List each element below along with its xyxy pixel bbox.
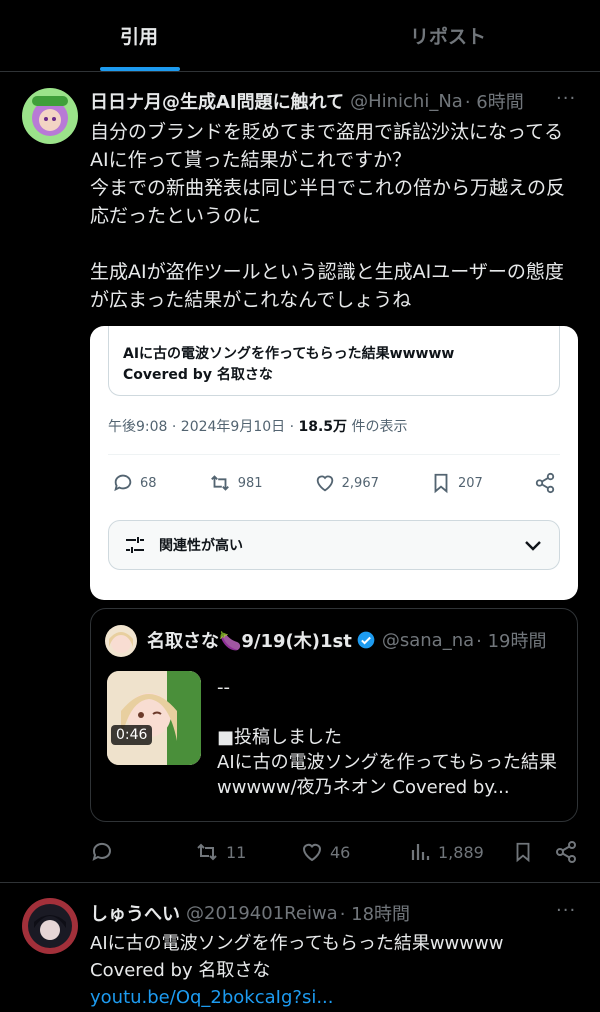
tab-reposts-label: リポスト bbox=[410, 26, 487, 48]
heart-icon bbox=[316, 475, 333, 492]
share-icon[interactable] bbox=[554, 840, 578, 864]
avatar[interactable] bbox=[22, 88, 78, 144]
views-chart-icon bbox=[411, 844, 430, 860]
screenshot-views: 18.5万 bbox=[298, 419, 348, 435]
avatar-2[interactable] bbox=[22, 898, 78, 954]
screenshot-meta: 午後9:08 · 2024年9月10日 · 18.5万 件の表示 bbox=[108, 416, 408, 436]
repost-count: 11 bbox=[226, 842, 247, 862]
views-button[interactable]: 1,889 bbox=[408, 840, 484, 864]
reply-icon bbox=[114, 474, 132, 492]
bookmark-count: 207 bbox=[458, 475, 483, 491]
quoted-text: -- ■投稿しました AIに古の電波ソングを作ってもらった結果wwwww/夜乃ネ… bbox=[217, 677, 557, 798]
more-options-icon[interactable]: ··· bbox=[556, 900, 576, 921]
post-2-text: AIに古の電波ソングを作ってもらった結果wwwww Covered by 名取さ… bbox=[90, 933, 504, 981]
heart-icon bbox=[302, 843, 322, 862]
tab-bar: 引用 リポスト bbox=[0, 0, 600, 72]
sliders-icon bbox=[126, 537, 144, 553]
screenshot-views-label: 件の表示 bbox=[347, 419, 408, 435]
screenshot-date: 午後9:08 · 2024年9月10日 · bbox=[108, 419, 299, 435]
more-options-icon[interactable]: ··· bbox=[556, 88, 576, 109]
embedded-card-title: AIに古の電波ソングを作ってもらった結果wwwww Covered by 名取さ… bbox=[123, 346, 455, 383]
tab-quotes[interactable]: 引用 bbox=[0, 0, 310, 71]
filter-selector: 関連性が高い bbox=[108, 520, 560, 570]
bookmark-icon[interactable] bbox=[512, 840, 534, 864]
share-icon bbox=[535, 472, 555, 494]
post-actions: 11 46 1,889 bbox=[90, 840, 580, 866]
quoted-avatar bbox=[105, 625, 137, 657]
post-2-link[interactable]: youtu.be/Oq_2bokcaIg?si... bbox=[90, 984, 580, 1012]
reply-stat: 68 bbox=[112, 472, 157, 494]
repost-count: 981 bbox=[237, 475, 263, 491]
active-tab-indicator bbox=[100, 67, 180, 71]
quoted-post[interactable]: 名取さな🍆9/19(木)1st @sana_na · 19時間 0:46 -- … bbox=[90, 608, 578, 822]
quoted-timestamp: · 19時間 bbox=[476, 631, 547, 652]
filter-label: 関連性が高い bbox=[159, 538, 243, 554]
bookmark-stat: 207 bbox=[430, 472, 483, 494]
divider bbox=[108, 454, 560, 455]
post-text: 自分のブランドを貶めてまで盗用で訴訟沙汰になってるAIに作って貰った結果がこれで… bbox=[90, 121, 566, 311]
repost-button[interactable]: 11 bbox=[194, 840, 246, 864]
display-name-2[interactable]: しゅうへい bbox=[90, 900, 180, 926]
quoted-handle: @sana_na bbox=[381, 629, 475, 651]
quoted-video-thumbnail[interactable]: 0:46 bbox=[107, 671, 201, 765]
repost-icon bbox=[197, 843, 217, 861]
like-button[interactable]: 46 bbox=[300, 840, 350, 864]
chevron-down-icon bbox=[525, 541, 541, 551]
embedded-card: AIに古の電波ソングを作ってもらった結果wwwww Covered by 名取さ… bbox=[108, 326, 560, 396]
display-name[interactable]: 日日ナ月@生成AI問題に触れて bbox=[90, 88, 344, 114]
handle-2[interactable]: @2019401Reiwa bbox=[186, 903, 338, 924]
bookmark-icon bbox=[434, 473, 448, 494]
quoted-header: 名取さな🍆9/19(木)1st @sana_na · 19時間 bbox=[147, 627, 567, 653]
attached-image[interactable]: AIに古の電波ソングを作ってもらった結果wwwww Covered by 名取さ… bbox=[90, 326, 578, 600]
reply-icon[interactable] bbox=[90, 840, 114, 864]
timestamp[interactable]: · 6時間 bbox=[465, 88, 524, 114]
reply-count: 68 bbox=[140, 475, 157, 491]
quoted-display-name: 名取さな🍆9/19(木)1st bbox=[147, 631, 352, 652]
video-duration-badge: 0:46 bbox=[111, 725, 153, 745]
like-count: 46 bbox=[330, 842, 351, 862]
screenshot-actions: 68 981 2,967 207 bbox=[112, 470, 556, 496]
like-count: 2,967 bbox=[341, 475, 379, 491]
timestamp-2[interactable]: · 18時間 bbox=[340, 900, 410, 926]
post-divider bbox=[0, 882, 600, 883]
verified-badge-icon bbox=[357, 631, 375, 649]
tab-quotes-label: 引用 bbox=[120, 26, 159, 48]
post-2-header: しゅうへい @2019401Reiwa · 18時間 bbox=[90, 900, 550, 926]
repost-icon bbox=[210, 475, 229, 491]
views-count: 1,889 bbox=[438, 842, 484, 862]
like-stat: 2,967 bbox=[314, 472, 379, 494]
tab-reposts[interactable]: リポスト bbox=[310, 0, 600, 71]
handle[interactable]: @Hinichi_Na bbox=[350, 91, 463, 112]
repost-stat: 981 bbox=[208, 472, 263, 494]
post-header: 日日ナ月@生成AI問題に触れて @Hinichi_Na · 6時間 bbox=[90, 88, 550, 114]
